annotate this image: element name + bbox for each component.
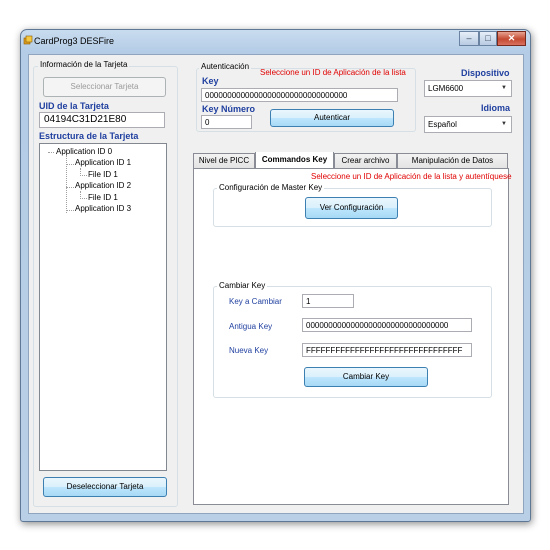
new-key-label: Nueva Key (229, 346, 269, 355)
language-label: Idioma (481, 103, 511, 113)
change-key-label: Cambiar Key (217, 281, 268, 290)
view-config-button[interactable]: Ver Configuración (305, 197, 398, 219)
chevron-down-icon: ▼ (501, 85, 507, 91)
uid-label: UID de la Tarjeta (39, 101, 109, 111)
app-icon (23, 35, 33, 45)
tree-node[interactable]: File ID 1 (88, 193, 118, 202)
key-label: Key (202, 76, 219, 86)
tab-picc-level[interactable]: Nivel de PICC (193, 153, 255, 168)
master-key-label: Configuración de Master Key (217, 183, 325, 192)
change-key-button[interactable]: Cambiar Key (304, 367, 428, 387)
card-structure-tree[interactable]: Application ID 0 Application ID 1 File I… (39, 143, 167, 471)
key-to-change-label: Key a Cambiar (229, 297, 282, 306)
tree-node[interactable]: Application ID 2 (75, 181, 131, 190)
close-button[interactable]: ✕ (497, 31, 526, 46)
device-label: Dispositivo (461, 68, 510, 78)
old-key-label: Antigua Key (229, 322, 273, 331)
auth-label: Autenticación (199, 62, 252, 71)
device-select[interactable]: LGM6600 ▼ (424, 80, 512, 97)
new-key-field[interactable]: FFFFFFFFFFFFFFFFFFFFFFFFFFFFFFFF (302, 343, 472, 357)
tree-node[interactable]: Application ID 3 (75, 204, 131, 213)
structure-label: Estructura de la Tarjeta (39, 131, 139, 141)
key-number-label: Key Número (202, 104, 256, 114)
key-number-field[interactable]: 0 (201, 115, 252, 129)
tree-node[interactable]: Application ID 0 (56, 147, 112, 156)
authenticate-button[interactable]: Autenticar (270, 109, 394, 127)
auth-warning: Seleccione un ID de Aplicación de la lis… (260, 68, 406, 77)
select-card-button[interactable]: Seleccionar Tarjeta (43, 77, 166, 97)
tree-node[interactable]: Application ID 1 (75, 158, 131, 167)
language-value: Español (428, 120, 457, 129)
auth-key-field[interactable]: 00000000000000000000000000000000 (201, 88, 398, 102)
maximize-button[interactable]: □ (479, 31, 497, 46)
tab-commands-key-cover: Commandos Key (256, 152, 333, 168)
commands-warning: Seleccione un ID de Aplicación de la lis… (311, 172, 512, 181)
key-to-change-field[interactable]: 1 (302, 294, 354, 308)
tree-node[interactable]: File ID 1 (88, 170, 118, 179)
language-select[interactable]: Español ▼ (424, 116, 512, 133)
device-value: LGM6600 (428, 84, 464, 93)
uid-field[interactable]: 04194C31D21E80 (39, 112, 165, 128)
card-info-label: Información de la Tarjeta (38, 60, 130, 69)
old-key-field[interactable]: 00000000000000000000000000000000 (302, 318, 472, 332)
tab-create-file[interactable]: Crear archivo (334, 153, 397, 168)
chevron-down-icon: ▼ (501, 121, 507, 127)
minimize-button[interactable]: ‒ (459, 31, 479, 46)
deselect-card-button[interactable]: Deseleccionar Tarjeta (43, 477, 167, 497)
window-title: CardProg3 DESFire (34, 36, 115, 46)
tab-data-manipulation[interactable]: Manipulación de Datos (397, 153, 508, 168)
